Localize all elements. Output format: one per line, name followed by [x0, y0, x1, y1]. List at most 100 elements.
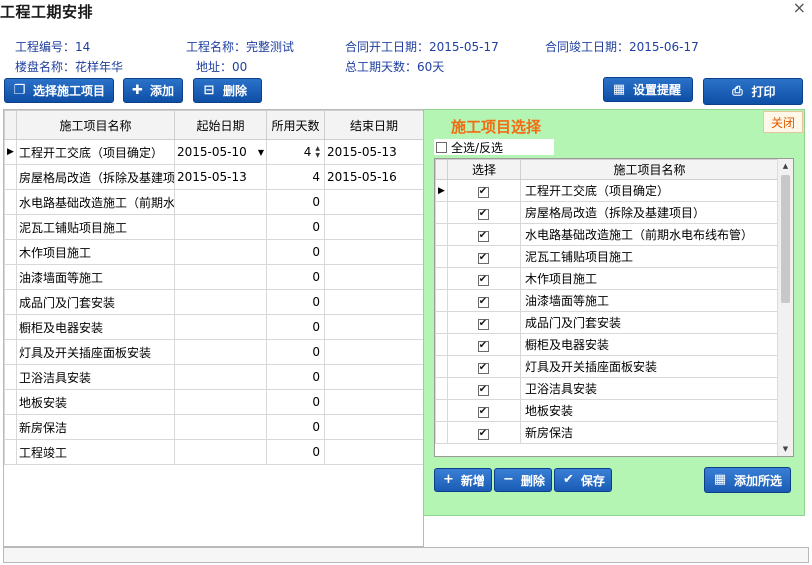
table-row[interactable]: 水电路基础改造施工（前期水电布线布管） 0 [4, 189, 424, 215]
cell-days[interactable]: 4 [304, 145, 312, 159]
cell-start[interactable] [174, 189, 267, 215]
cell-name[interactable]: 灯具及开关插座面板安装 [16, 339, 175, 365]
list-item[interactable]: 橱柜及电器安装 [435, 333, 779, 356]
item-checkbox[interactable] [477, 274, 489, 286]
item-checkbox[interactable] [477, 296, 489, 308]
cell-days[interactable]: 0 [266, 389, 325, 415]
list-item[interactable]: 灯具及开关插座面板安装 [435, 355, 779, 378]
list-item[interactable]: 新房保洁 [435, 421, 779, 444]
item-checkbox-cell[interactable] [447, 245, 521, 268]
table-row[interactable]: 卫浴洁具安装 0 [4, 364, 424, 390]
cell-end[interactable] [324, 264, 424, 290]
cell-start[interactable] [174, 389, 267, 415]
cell-end[interactable] [324, 189, 424, 215]
cell-end[interactable] [324, 414, 424, 440]
cell-start[interactable] [174, 289, 267, 315]
item-name[interactable]: 卫浴洁具安装 [520, 377, 779, 400]
cell-start[interactable] [174, 364, 267, 390]
item-checkbox[interactable] [477, 406, 489, 418]
print-button[interactable]: ⎙ 打印 [703, 78, 803, 105]
table-row[interactable]: 新房保洁 0 [4, 414, 424, 440]
item-checkbox-cell[interactable] [447, 377, 521, 400]
list-item[interactable]: 水电路基础改造施工（前期水电布线布管） [435, 223, 779, 246]
item-checkbox[interactable] [477, 208, 489, 220]
cell-start[interactable] [174, 339, 267, 365]
select-all-checkbox[interactable] [436, 141, 447, 153]
item-name[interactable]: 水电路基础改造施工（前期水电布线布管） [520, 223, 779, 246]
item-name[interactable]: 橱柜及电器安装 [520, 333, 779, 356]
cell-start-editor[interactable]: 2015-05-10 ▼ [174, 139, 267, 165]
table-row[interactable]: 木作项目施工 0 [4, 239, 424, 265]
col-header-name[interactable]: 施工项目名称 [16, 110, 175, 140]
cell-start[interactable]: 2015-05-13 [174, 164, 267, 190]
cell-end[interactable]: 2015-05-16 [324, 164, 424, 190]
item-checkbox[interactable] [477, 362, 489, 374]
scroll-thumb[interactable] [781, 175, 790, 303]
panel-close-button[interactable]: 关闭 [763, 111, 803, 133]
delete-item-button[interactable]: − 删除 [494, 468, 552, 492]
item-checkbox-cell[interactable] [447, 201, 521, 224]
horizontal-scrollbar[interactable] [3, 547, 809, 563]
item-checkbox[interactable] [477, 384, 489, 396]
cell-end[interactable] [324, 239, 424, 265]
cell-end[interactable] [324, 339, 424, 365]
list-item[interactable]: 木作项目施工 [435, 267, 779, 290]
table-row[interactable]: 成品门及门套安装 0 [4, 289, 424, 315]
item-checkbox-cell[interactable] [447, 311, 521, 334]
item-checkbox-cell[interactable] [447, 333, 521, 356]
new-item-button[interactable]: + 新增 [434, 468, 492, 492]
cell-end[interactable]: 2015-05-13 [324, 139, 424, 165]
list-item[interactable]: 卫浴洁具安装 [435, 377, 779, 400]
cell-name[interactable]: 卫浴洁具安装 [16, 364, 175, 390]
save-button[interactable]: ✔ 保存 [554, 468, 612, 492]
item-checkbox-cell[interactable] [447, 179, 521, 202]
add-button[interactable]: ✚ 添加 [123, 78, 183, 103]
item-checkbox-cell[interactable] [447, 289, 521, 312]
cell-days[interactable]: 0 [266, 214, 325, 240]
cell-end[interactable] [324, 439, 424, 465]
col-header-days[interactable]: 所用天数 [266, 110, 325, 140]
cell-days-editor[interactable]: 4 ▲ ▼ [266, 139, 325, 165]
item-checkbox-cell[interactable] [447, 355, 521, 378]
cell-name[interactable]: 房屋格局改造（拆除及基建项目） [16, 164, 175, 190]
cell-start[interactable] [174, 414, 267, 440]
item-name[interactable]: 泥瓦工铺贴项目施工 [520, 245, 779, 268]
item-name[interactable]: 木作项目施工 [520, 267, 779, 290]
spin-arrows-icon[interactable]: ▲ ▼ [315, 145, 320, 159]
table-row[interactable]: 灯具及开关插座面板安装 0 [4, 339, 424, 365]
item-checkbox[interactable] [477, 428, 489, 440]
cell-end[interactable] [324, 389, 424, 415]
cell-name[interactable]: 橱柜及电器安装 [16, 314, 175, 340]
col-header-start[interactable]: 起始日期 [174, 110, 267, 140]
item-name[interactable]: 成品门及门套安装 [520, 311, 779, 334]
col-header-item-name[interactable]: 施工项目名称 [520, 159, 779, 180]
item-name[interactable]: 工程开工交底（项目确定） [520, 179, 779, 202]
cell-days[interactable]: 4 [266, 164, 325, 190]
item-checkbox-cell[interactable] [447, 399, 521, 422]
item-name[interactable]: 新房保洁 [520, 421, 779, 444]
table-row[interactable]: ▶ 工程开工交底（项目确定） 2015-05-10 ▼ 4 ▲ ▼ 2015-05-1… [4, 139, 424, 165]
cell-name[interactable]: 油漆墙面等施工 [16, 264, 175, 290]
cell-days[interactable]: 0 [266, 339, 325, 365]
cell-end[interactable] [324, 289, 424, 315]
list-item[interactable]: 房屋格局改造（拆除及基建项目） [435, 201, 779, 224]
item-checkbox[interactable] [477, 230, 489, 242]
dropdown-arrow-icon[interactable]: ▼ [258, 148, 264, 157]
item-name[interactable]: 灯具及开关插座面板安装 [520, 355, 779, 378]
list-item[interactable]: 成品门及门套安装 [435, 311, 779, 334]
table-row[interactable]: 油漆墙面等施工 0 [4, 264, 424, 290]
item-name[interactable]: 地板安装 [520, 399, 779, 422]
cell-end[interactable] [324, 314, 424, 340]
cell-start[interactable] [174, 214, 267, 240]
cell-days[interactable]: 0 [266, 364, 325, 390]
cell-days[interactable]: 0 [266, 264, 325, 290]
table-row[interactable]: 地板安装 0 [4, 389, 424, 415]
table-row[interactable]: 房屋格局改造（拆除及基建项目）2015-05-1342015-05-16 [4, 164, 424, 190]
item-checkbox[interactable] [477, 186, 489, 198]
list-item[interactable]: 油漆墙面等施工 [435, 289, 779, 312]
item-checkbox[interactable] [477, 340, 489, 352]
cell-start[interactable] [174, 439, 267, 465]
cell-name[interactable]: 成品门及门套安装 [16, 289, 175, 315]
col-header-end[interactable]: 结束日期 [324, 110, 424, 140]
cell-days[interactable]: 0 [266, 314, 325, 340]
